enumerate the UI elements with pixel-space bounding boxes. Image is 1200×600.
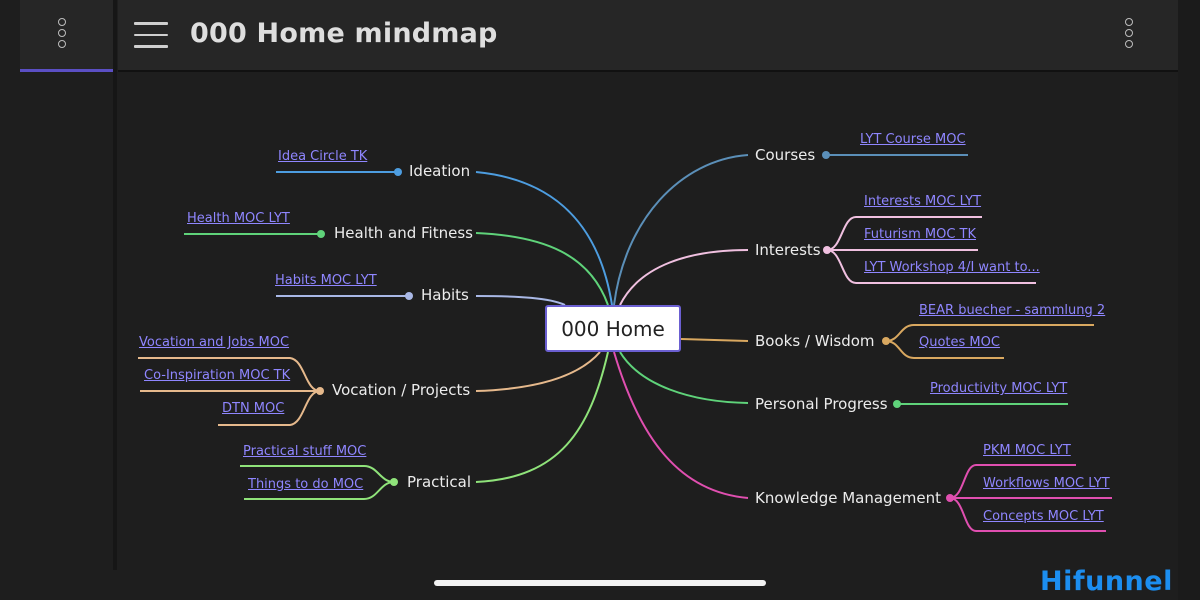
connector-practical (475, 351, 609, 483)
connector-habits (475, 295, 566, 306)
connector-knowledge (613, 351, 749, 499)
link-productivity-moc[interactable]: Productivity MOC LYT (930, 381, 1067, 397)
connector-courses (613, 154, 749, 306)
link-dtn-moc[interactable]: DTN MOC (222, 401, 284, 417)
connector-books (680, 338, 749, 342)
connector-progress (619, 351, 749, 404)
branch-ideation[interactable]: Ideation (409, 162, 470, 180)
link-quotes-moc[interactable]: Quotes MOC (919, 335, 1000, 351)
branch-health-and-fitness[interactable]: Health and Fitness (334, 224, 473, 242)
link-bear-buecher[interactable]: BEAR buecher - sammlung 2 (919, 303, 1105, 319)
branch-practical[interactable]: Practical (407, 473, 471, 491)
watermark-text: Hifunnel (1040, 566, 1173, 597)
home-indicator[interactable] (434, 580, 766, 586)
link-lyt-workshop[interactable]: LYT Workshop 4/I want to... (864, 260, 1040, 276)
branch-courses[interactable]: Courses (755, 146, 815, 164)
link-practical-stuff[interactable]: Practical stuff MOC (243, 444, 366, 460)
link-workflows-moc[interactable]: Workflows MOC LYT (983, 476, 1110, 492)
branch-books-wisdom[interactable]: Books / Wisdom (755, 332, 875, 350)
connector-ideation (475, 171, 613, 306)
link-futurism-moc[interactable]: Futurism MOC TK (864, 227, 976, 243)
link-vocation-jobs[interactable]: Vocation and Jobs MOC (139, 335, 289, 351)
link-health-moc[interactable]: Health MOC LYT (187, 211, 290, 227)
link-co-inspiration[interactable]: Co-Inspiration MOC TK (144, 368, 290, 384)
link-idea-circle[interactable]: Idea Circle TK (278, 149, 367, 165)
branch-knowledge-management[interactable]: Knowledge Management (755, 489, 941, 507)
link-lyt-course[interactable]: LYT Course MOC (860, 132, 966, 148)
link-habits-moc[interactable]: Habits MOC LYT (275, 273, 377, 289)
mindmap-root-node[interactable]: 000 Home (545, 305, 681, 352)
connector-health (475, 232, 609, 306)
branch-personal-progress[interactable]: Personal Progress (755, 395, 888, 413)
branch-interests[interactable]: Interests (755, 241, 821, 259)
link-interests-moc[interactable]: Interests MOC LYT (864, 194, 981, 210)
link-things-to-do[interactable]: Things to do MOC (248, 477, 363, 493)
branch-vocation-projects[interactable]: Vocation / Projects (332, 381, 470, 399)
connector-interests (619, 249, 749, 306)
link-concepts-moc[interactable]: Concepts MOC LYT (983, 509, 1104, 525)
connector-vocation (475, 351, 601, 392)
branch-habits[interactable]: Habits (421, 286, 469, 304)
watermark-logo: Hifunnel (1040, 566, 1173, 597)
link-pkm-moc[interactable]: PKM MOC LYT (983, 443, 1071, 459)
